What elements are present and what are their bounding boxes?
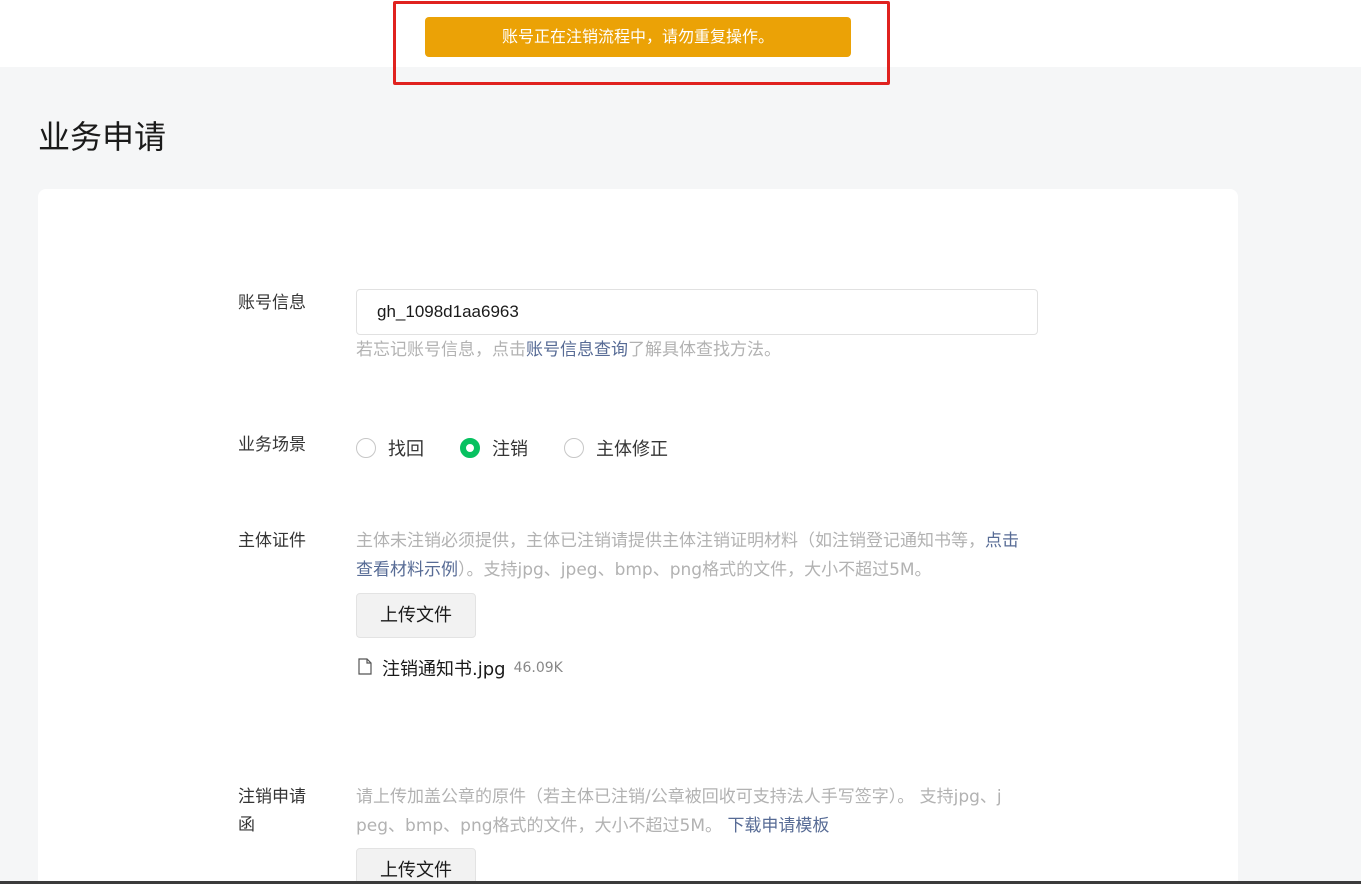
letter-label-line1: 注销申请: [238, 787, 306, 807]
scenario-label: 业务场景: [238, 435, 306, 455]
certificate-label: 主体证件: [238, 531, 306, 551]
radio-cancel[interactable]: 注销: [460, 435, 528, 461]
letter-tip-line1: 请上传加盖公章的原件（若主体已注销/公章被回收可支持法人手写签字）。 支持jpg…: [356, 787, 1002, 807]
page-title: 业务申请: [38, 118, 167, 156]
scenario-radio-group: 找回 注销 主体修正: [356, 434, 704, 462]
radio-label: 注销: [492, 439, 528, 460]
radio-recover[interactable]: 找回: [356, 435, 424, 461]
certificate-tip: 主体未注销必须提供，主体已注销请提供主体注销证明材料（如注销登记通知书等，点击 …: [356, 527, 1046, 585]
radio-checked-icon: [460, 438, 480, 458]
certificate-tip-line2: ）。支持jpg、jpeg、bmp、png格式的文件，大小不超过5M。: [458, 560, 932, 580]
annotation-highlight-box: [393, 1, 890, 85]
letter-tip-line2: peg、bmp、png格式的文件，大小不超过5M。: [356, 816, 723, 836]
file-name: 注销通知书.jpg: [382, 659, 506, 680]
account-tip: 若忘记账号信息，点击账号信息查询了解具体查找方法。: [356, 336, 781, 365]
letter-label: 注销申请 函: [238, 783, 306, 839]
letter-tip: 请上传加盖公章的原件（若主体已注销/公章被回收可支持法人手写签字）。 支持jpg…: [356, 783, 1046, 841]
certificate-click-link[interactable]: 点击: [985, 531, 1019, 551]
download-template-link[interactable]: 下载申请模板: [727, 816, 829, 836]
certificate-tip-line1: 主体未注销必须提供，主体已注销请提供主体注销证明材料（如注销登记通知书等，: [356, 531, 985, 551]
certificate-upload-button[interactable]: 上传文件: [356, 593, 476, 638]
radio-circle-icon: [356, 438, 376, 458]
radio-label: 主体修正: [596, 439, 668, 460]
view-sample-link[interactable]: 查看材料示例: [356, 560, 458, 580]
account-input[interactable]: gh_1098d1aa6963: [356, 289, 1038, 335]
radio-circle-icon: [564, 438, 584, 458]
account-query-link[interactable]: 账号信息查询: [526, 340, 628, 360]
account-tip-suffix: 了解具体查找方法。: [628, 340, 781, 360]
account-tip-prefix: 若忘记账号信息，点击: [356, 340, 526, 360]
file-icon: [358, 657, 372, 679]
account-label: 账号信息: [238, 293, 306, 313]
radio-entity-correction[interactable]: 主体修正: [564, 435, 668, 461]
uploaded-file[interactable]: 注销通知书.jpg 46.09K: [358, 655, 563, 681]
radio-label: 找回: [388, 439, 424, 460]
letter-upload-button[interactable]: 上传文件: [356, 848, 476, 884]
letter-label-line2: 函: [238, 815, 255, 835]
file-size: 46.09K: [513, 660, 563, 676]
